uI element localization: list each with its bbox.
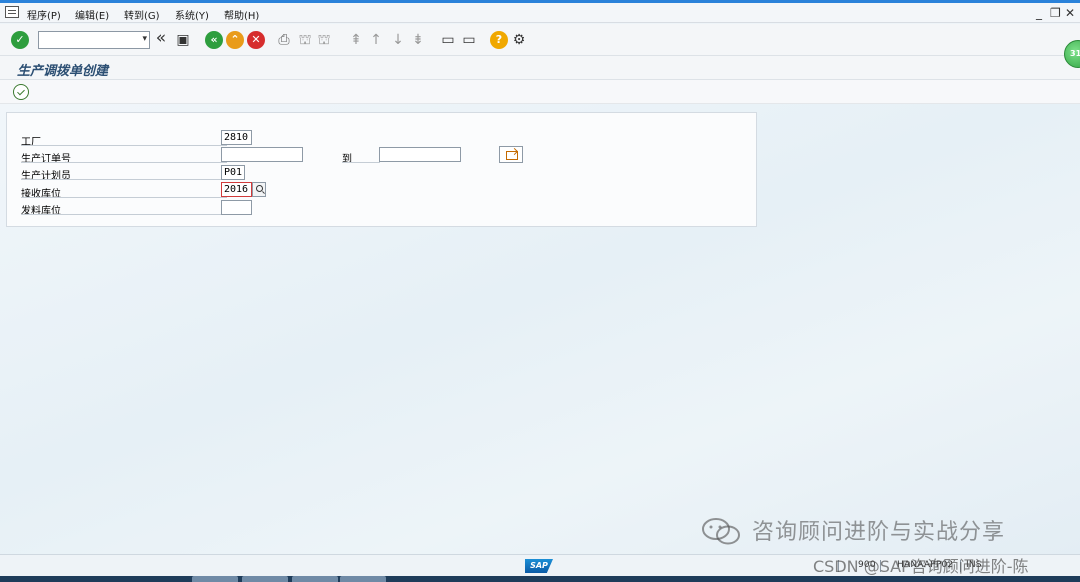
application-toolbar xyxy=(0,80,1080,104)
menu-help[interactable]: 帮助(H) xyxy=(224,7,259,22)
plant-label-line xyxy=(21,145,227,146)
production-order-from-field[interactable] xyxy=(221,147,303,162)
watermark-csdn: CSDN @SAP咨询顾问进阶-陈 xyxy=(813,557,1029,576)
wechat-icon xyxy=(702,518,740,545)
menu-program[interactable]: 程序(P) xyxy=(27,7,61,22)
find-icon[interactable]: ⛫ xyxy=(297,32,313,48)
receiving-storage-location-field[interactable]: 2016 xyxy=(221,182,252,197)
command-field[interactable]: ▾ xyxy=(38,31,150,49)
cancel-icon[interactable]: ✕ xyxy=(247,31,265,49)
customize-icon[interactable]: ⚙ xyxy=(511,32,527,48)
taskbar-button[interactable] xyxy=(242,576,288,582)
minimize-icon[interactable]: _ xyxy=(1036,6,1042,20)
command-input[interactable] xyxy=(39,32,135,48)
next-page-icon[interactable]: ↓ xyxy=(390,32,406,48)
sap-logo: SAP xyxy=(525,559,553,573)
shortcut-icon[interactable]: ▭ xyxy=(461,32,477,48)
first-page-icon[interactable]: ⇞ xyxy=(348,32,364,48)
save-icon[interactable]: ▣ xyxy=(175,32,191,48)
help-icon[interactable]: ? xyxy=(490,31,508,49)
prev-page-icon[interactable]: ↑ xyxy=(368,32,384,48)
taskbar-button[interactable] xyxy=(340,576,386,582)
receiving-storage-location-label-line xyxy=(21,197,227,198)
production-order-label-line xyxy=(21,162,227,163)
create-session-icon[interactable]: ▭ xyxy=(440,32,456,48)
issuing-storage-location-field[interactable] xyxy=(221,200,252,215)
back-double-icon[interactable]: « xyxy=(153,30,169,47)
watermark-text: 咨询顾问进阶与实战分享 xyxy=(752,520,1006,545)
print-icon[interactable]: ⎙ xyxy=(276,32,292,48)
exit-icon[interactable]: ⌃ xyxy=(226,31,244,49)
multiple-selection-button[interactable] xyxy=(499,146,523,163)
page-title: 生产调拨单创建 xyxy=(17,64,109,79)
production-order-to-field[interactable] xyxy=(379,147,461,162)
menu-goto[interactable]: 转到(G) xyxy=(124,7,160,22)
mrp-controller-field[interactable]: P01 xyxy=(221,165,245,180)
notification-count: 31 xyxy=(1070,49,1080,58)
standard-toolbar: ✓ ▾ « ▣ « ⌃ ✕ ⎙ ⛫ ⛫ ⇞ ↑ ↓ ⇟ ▭ ▭ ? ⚙ xyxy=(0,24,1080,56)
enter-icon[interactable]: ✓ xyxy=(11,31,29,49)
screen-title-bar: 生产调拨单创建 xyxy=(0,56,1080,80)
issuing-storage-location-label-line xyxy=(21,214,227,215)
taskbar-button[interactable] xyxy=(192,576,238,582)
selection-panel: 工厂 2810 生产订单号 到 生产计划员 P01 接收库位 2016 发料库位 xyxy=(6,112,757,227)
plant-field[interactable]: 2810 xyxy=(221,130,252,145)
mrp-controller-label-line xyxy=(21,179,227,180)
taskbar xyxy=(0,576,1080,582)
close-icon[interactable]: ✕ xyxy=(1065,6,1075,20)
execute-icon[interactable] xyxy=(13,84,29,100)
last-page-icon[interactable]: ⇟ xyxy=(410,32,426,48)
chevron-down-icon[interactable]: ▾ xyxy=(142,34,147,44)
menu-system[interactable]: 系统(Y) xyxy=(175,7,209,22)
menu-edit[interactable]: 编辑(E) xyxy=(75,7,109,22)
search-help-icon[interactable] xyxy=(252,182,266,197)
restore-icon[interactable]: ❐ xyxy=(1050,6,1061,20)
menu-bar: 程序(P) 编辑(E) 转到(G) 系统(Y) 帮助(H) _ ❐ ✕ xyxy=(0,3,1080,23)
to-label-line xyxy=(342,162,380,163)
taskbar-button[interactable] xyxy=(292,576,338,582)
back-icon[interactable]: « xyxy=(205,31,223,49)
find-next-icon[interactable]: ⛫ xyxy=(316,32,332,48)
system-menu-icon[interactable] xyxy=(5,6,19,18)
